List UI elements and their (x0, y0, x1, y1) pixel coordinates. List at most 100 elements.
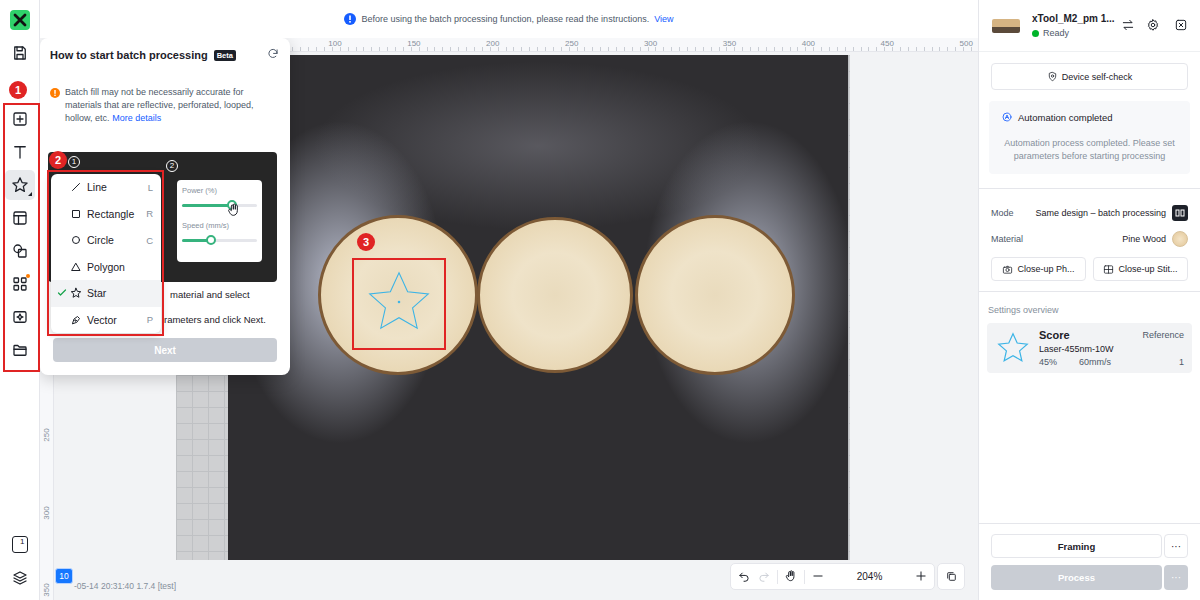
shape-menu: LineLRectangleR Circle C Polygon Star VectorP (51, 174, 161, 333)
automation-box: Automation completedAutomation process c… (989, 101, 1190, 174)
menu-kind (70, 181, 82, 193)
menu-label: Star (87, 287, 106, 299)
toolbar-button[interactable] (5, 104, 35, 134)
annotation-badge: 1 (9, 81, 27, 99)
star-design[interactable] (362, 265, 436, 339)
switch-device-button[interactable] (1121, 18, 1135, 34)
settings-button[interactable] (1146, 18, 1160, 34)
view-link[interactable]: View (654, 14, 673, 24)
setting-row[interactable]: ModeSame design – batch processing (979, 203, 1200, 223)
menu-item[interactable]: VectorP (51, 307, 161, 334)
step-badge: 1 (68, 156, 80, 168)
process-more-button[interactable]: ··· (1164, 565, 1188, 590)
device-info: xTool_M2_pm 1...Ready (1032, 12, 1113, 39)
rectangle-icon (70, 208, 82, 220)
menu-shortcut: C (146, 235, 153, 246)
gear-icon (1146, 18, 1160, 32)
hand-icon (784, 569, 798, 583)
menu-kind (70, 234, 82, 246)
check-icon (56, 287, 68, 299)
speed-label: Speed (mm/s) (182, 221, 257, 231)
device-thumbnail (992, 19, 1020, 33)
canvas-area: Before using the batch processing functi… (40, 0, 978, 600)
menu-label: Rectangle (87, 208, 134, 220)
shield-icon (1047, 71, 1058, 82)
menu-label: Polygon (87, 261, 125, 273)
process-button[interactable]: Process (991, 565, 1162, 590)
layer-title-row: ScoreReference (1039, 329, 1184, 341)
closeup-button[interactable]: Close-up Stit... (1093, 257, 1188, 281)
device-header: xTool_M2_pm 1...Ready (979, 0, 1200, 52)
workspace[interactable]: 100150200250300350400450500250300350204%… (40, 38, 978, 600)
redo-button[interactable] (757, 569, 771, 585)
menu-item[interactable]: Star (51, 280, 161, 307)
menu-kind (70, 314, 82, 326)
ruler-label: 350 (42, 583, 52, 596)
framing-more-button[interactable]: ··· (1164, 534, 1188, 558)
pages-button[interactable]: 1 (5, 530, 35, 560)
layer-tag: Reference (1142, 330, 1184, 340)
undo-button[interactable] (737, 569, 751, 585)
more-details-link[interactable]: More details (112, 113, 161, 123)
refresh-button[interactable] (266, 47, 280, 63)
self-check-label: Device self-check (1062, 72, 1133, 82)
pan-button[interactable] (784, 569, 798, 585)
layer-card[interactable]: ScoreReferenceLaser-455nm-10W45%60mm/s1 (987, 323, 1192, 373)
ruler-label: 150 (407, 39, 420, 49)
power-fill (182, 204, 232, 207)
device-status: Ready (1032, 27, 1113, 39)
save-button[interactable] (5, 38, 35, 68)
logo-icon (10, 10, 30, 30)
ruler-label: 300 (42, 506, 52, 519)
star-design-icon (362, 265, 436, 339)
batch-help-popup: How to start batch processingBetaBatch f… (40, 38, 290, 375)
left-toolbar: 1 (0, 0, 40, 600)
plus-icon (914, 569, 928, 583)
divider (979, 188, 1200, 189)
toolbar-button[interactable] (5, 170, 35, 200)
stitch-icon (1103, 264, 1114, 275)
right-panel: xTool_M2_pm 1...Ready Device self-check Au… (978, 0, 1200, 600)
count-badge[interactable]: 10 (55, 568, 73, 584)
layers-button[interactable] (5, 563, 35, 593)
menu-item[interactable]: LineL (51, 174, 161, 201)
menu-item[interactable]: RectangleR (51, 201, 161, 228)
framing-row: Framing··· (991, 534, 1188, 558)
toolbar-button[interactable] (5, 269, 35, 299)
new-dot (26, 274, 30, 278)
self-check-button[interactable]: Device self-check (991, 63, 1188, 90)
copy-button[interactable] (937, 563, 965, 590)
ruler-label: 500 (960, 39, 973, 49)
overview-title: Settings overview (979, 305, 1200, 315)
apps-icon (11, 275, 29, 293)
menu-item[interactable]: Circle C (51, 227, 161, 254)
toolbar-button[interactable] (5, 137, 35, 167)
beta-badge: Beta (214, 50, 236, 61)
menu-label: Circle (87, 234, 114, 246)
zoom-level[interactable]: 204% (831, 571, 908, 582)
ruler-label: 350 (723, 39, 736, 49)
speed-slider[interactable] (182, 239, 257, 242)
framing-button[interactable]: Framing (991, 534, 1162, 558)
speed-knob[interactable] (206, 235, 216, 245)
vector-icon (70, 314, 82, 326)
menu-item[interactable]: Polygon (51, 254, 161, 281)
popup-header: How to start batch processingBeta (40, 38, 290, 72)
zoom-toolbar: 204% (730, 563, 935, 590)
setting-row[interactable]: MaterialPine Wood (979, 229, 1200, 249)
ruler-label: 100 (328, 39, 341, 49)
power-slider[interactable] (182, 204, 257, 207)
device-menu-button[interactable] (1174, 18, 1188, 34)
auto-icon (1001, 111, 1013, 123)
ruler-label: 250 (565, 39, 578, 49)
zoom-in-button[interactable] (914, 569, 928, 585)
toolbar-button[interactable] (5, 335, 35, 365)
closeup-button[interactable]: Close-up Ph... (991, 257, 1086, 281)
power-label: Power (%) (182, 186, 257, 196)
toolbar-button[interactable] (5, 302, 35, 332)
toolbar-button[interactable] (5, 236, 35, 266)
toolbar-button[interactable] (5, 203, 35, 233)
zoom-out-button[interactable] (811, 569, 825, 585)
next-button[interactable]: Next (53, 338, 277, 362)
